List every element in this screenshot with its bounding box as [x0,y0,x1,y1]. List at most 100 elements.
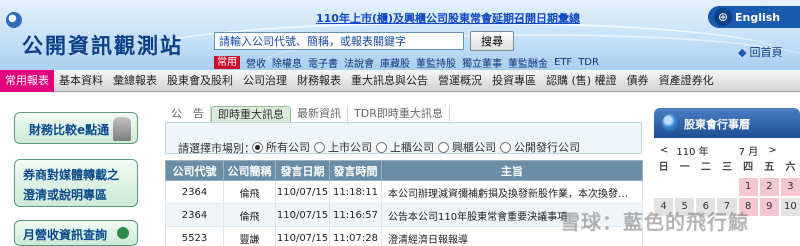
calendar-day[interactable]: 2 [759,178,779,196]
nav-item-summary-reports[interactable]: 彙總報表 [108,70,162,92]
calendar-weekday: 二 [700,162,711,173]
tab-realtime-material-info[interactable]: 即時重大訊息 [211,106,291,122]
cell-company-name: 倫飛 [223,203,276,227]
cell-time: 11:18:11 [329,180,382,204]
market-option-listed[interactable]: 上市公司 [314,139,372,155]
calendar-prev-button[interactable]: < [660,145,668,156]
cell-company-code: 2364 [165,203,224,227]
market-filter: 請選擇市場別： 所有公司 上市公司 上櫃公司 興櫃公司 公開發行公司 [165,122,642,155]
nav-item-financial-statements[interactable]: 財務報表 [292,70,346,92]
col-date: 發言日期 [275,160,330,181]
quick-links-bar: 常用 營收 除權息 電子書 法說會 庫藏股 董監持股 獨立董事 董監酬金 ETF… [214,55,599,70]
quick-link-investor-conference[interactable]: 法說會 [344,55,374,70]
home-label: 回首頁 [749,46,783,59]
quick-links-label: 常用 [214,56,240,69]
cell-company-name: 豐謙 [223,226,276,246]
calendar-year: 110 年 [676,146,709,158]
nav-item-securitization[interactable]: 資產證券化 [654,70,719,92]
nav-item-common-reports[interactable]: 常用報表 [0,69,54,92]
calendar-empty-cell [717,178,736,196]
cell-date: 110/07/15 [275,180,330,204]
quick-link-director-holdings[interactable]: 董監持股 [416,55,456,70]
quick-link-treasury-stock[interactable]: 庫藏股 [380,55,410,70]
nav-item-corporate-governance[interactable]: 公司治理 [238,70,292,92]
market-option-all[interactable]: 所有公司 [252,139,310,155]
quick-link-independent-director[interactable]: 獨立董事 [462,55,502,70]
radio-public[interactable] [500,141,511,153]
market-option-otc[interactable]: 上櫃公司 [376,139,434,155]
col-time: 發言時間 [329,160,382,181]
market-option-otc-label: 上櫃公司 [390,141,434,154]
calendar-next-button[interactable]: > [768,145,776,156]
monthly-revenue-label: 月營收資訊查詢 [23,228,108,242]
tab-latest-info[interactable]: 最新資訊 [291,106,348,122]
site-logo-icon [6,12,22,28]
calendar-weekday: 四 [743,162,754,173]
col-company-code: 公司代號 [165,160,224,181]
calendar-title: 股東會行事曆 [684,118,750,131]
announcement-link[interactable]: 110年上市(櫃)及興櫃公司股東常會延期召開日期彙總 [316,10,580,26]
main-nav: 常用報表 基本資料 彙總報表 股東會及股利 公司治理 財務報表 重大訊息與公告 … [0,69,800,92]
financial-comparison-label: 財務比較e點通 [29,123,110,137]
nav-item-bonds[interactable]: 債券 [622,70,654,92]
calendar-day[interactable]: 9 [759,198,779,216]
calendar-weekday: 三 [721,162,732,173]
calendar-weekday: 一 [679,162,690,173]
financial-comparison-banner[interactable]: 財務比較e點通 [14,112,138,144]
calendar-nav: < 110 年 7 月 > [654,141,800,159]
quick-link-dividend[interactable]: 除權息 [272,55,302,70]
radio-emerging[interactable] [438,141,449,153]
nav-item-investment-zone[interactable]: 投資專區 [487,70,541,92]
home-icon: ◆ [738,45,747,59]
calendar-weekday: 六 [785,162,796,173]
cell-date: 110/07/15 [275,226,330,246]
clarification-zone-line2: 澄清或說明專區 [23,188,108,202]
cell-time: 11:07:28 [329,226,382,246]
left-sidebar: 財務比較e點通 券商對媒體轉載之 澄清或說明專區 月營收資訊查詢 [0,92,150,246]
radio-all[interactable] [252,141,263,153]
cell-subject-link[interactable]: 本公司辦理減資彌補虧損及換發新股作業，本次換發… [381,180,643,204]
calendar-weekday: 五 [764,162,775,173]
cell-time: 11:16:57 [329,203,382,227]
site-title[interactable]: 公開資訊觀測站 [22,30,183,60]
english-link[interactable]: ⊕ English [708,6,800,28]
cell-company-code: 5523 [165,226,224,246]
clarification-zone-line1: 券商對媒體轉載之 [23,168,120,182]
cell-date: 110/07/15 [275,203,330,227]
search-input[interactable] [214,32,464,50]
radio-otc[interactable] [376,141,387,153]
monthly-revenue-icon [117,227,129,239]
table-row[interactable]: 2364 倫飛 110/07/15 11:18:11 本公司辦理減資彌補虧損及換… [165,180,643,204]
calendar-day[interactable]: 3 [780,178,800,196]
cartoon-figure-icon [113,117,131,141]
market-option-public-label: 公開發行公司 [514,141,580,154]
calendar-day[interactable]: 10 [780,198,800,216]
tab-tdr-realtime[interactable]: TDR即時重大訊息 [348,106,450,122]
nav-item-material-information[interactable]: 重大訊息與公告 [346,70,433,92]
radio-listed[interactable] [314,141,325,153]
clarification-zone-banner[interactable]: 券商對媒體轉載之 澄清或說明專區 [14,159,138,207]
market-option-public[interactable]: 公開發行公司 [500,139,580,155]
nav-item-shareholders-dividends[interactable]: 股東會及股利 [162,70,238,92]
table-header-row: 公司代號 公司簡稱 發言日期 發言時間 主旨 [165,160,643,181]
calendar-empty-cell [675,178,694,196]
english-label: English [735,10,781,24]
quick-link-tdr[interactable]: TDR [578,57,599,68]
nav-item-operations[interactable]: 營運概況 [433,70,487,92]
tab-announcements[interactable]: 公 告 [165,106,211,122]
news-tabs: 公 告 即時重大訊息 最新資訊 TDR即時重大訊息 [165,106,642,122]
quick-link-etf[interactable]: ETF [554,57,572,68]
search-button[interactable]: 搜尋 [470,31,514,51]
nav-item-basic-info[interactable]: 基本資料 [54,70,108,92]
monthly-revenue-banner[interactable]: 月營收資訊查詢 [14,220,138,246]
quick-link-revenue[interactable]: 營收 [246,55,266,70]
nav-item-warrants[interactable]: 認購 (售) 權證 [541,70,622,92]
market-option-emerging[interactable]: 興櫃公司 [438,139,496,155]
calendar-day[interactable]: 1 [738,178,758,196]
calendar-header: 股東會行事曆 [654,108,800,138]
market-filter-label: 請選擇市場別： [178,142,255,155]
home-link[interactable]: ◆ 回首頁 [738,44,782,60]
col-company-name: 公司簡稱 [223,160,276,181]
quick-link-director-remuneration[interactable]: 董監酬金 [508,55,548,70]
quick-link-ebook[interactable]: 電子書 [308,55,338,70]
